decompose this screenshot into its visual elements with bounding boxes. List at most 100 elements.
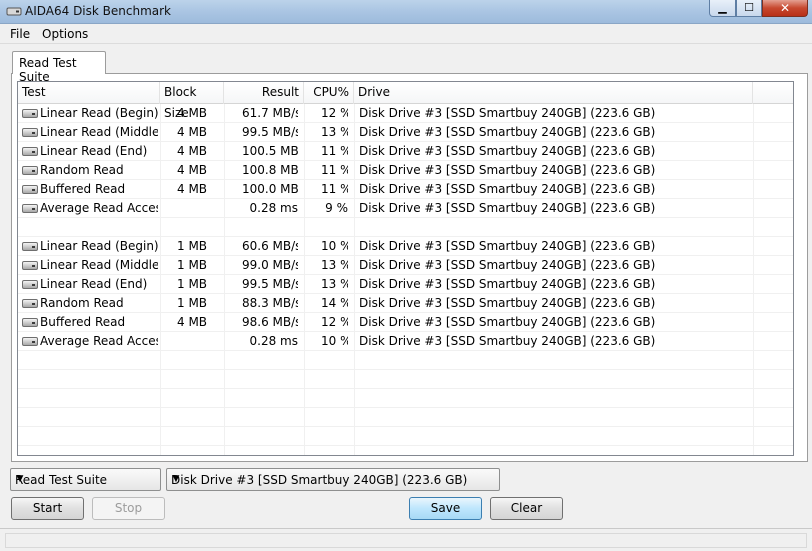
table-row[interactable]: Linear Read (Middle) 1 MB 99.0 MB/s 13 % Dis… (18, 256, 793, 275)
cell-test: Linear Read (Begin) (40, 106, 158, 120)
cell-block-size: 4 MB (177, 125, 208, 139)
table-row[interactable] (18, 427, 793, 446)
disk-drive-icon (22, 299, 38, 308)
cell-cpu (321, 218, 348, 237)
column-header-block-size[interactable]: Block Size (160, 82, 224, 120)
column-header-drive[interactable]: Drive (354, 82, 753, 104)
disk-drive-icon (22, 185, 38, 194)
cell-drive: Disk Drive #3 [SSD Smartbuy 240GB] (223.… (359, 258, 656, 272)
menu-options[interactable]: Options (42, 27, 88, 41)
cell-result: 0.28 ms (249, 201, 298, 215)
drive-select[interactable]: Disk Drive #3 [SSD Smartbuy 240GB] (223.… (166, 468, 500, 491)
disk-drive-icon (22, 318, 38, 327)
close-button[interactable]: ✕ (762, 0, 808, 17)
cell-cpu: 13 % (321, 125, 348, 139)
cell-block-size: 1 MB (177, 277, 208, 291)
tab-read-test-suite[interactable]: Read Test Suite (12, 51, 106, 84)
table-row[interactable]: Linear Read (Begin) 4 MB 61.7 MB/s 12 % Disk… (18, 104, 793, 123)
cell-test: Random Read (40, 296, 124, 310)
table-row[interactable]: Random Read 4 MB 100.8 MB/s 11 % Disk Drive … (18, 161, 793, 180)
window-title: AIDA64 Disk Benchmark (25, 4, 172, 18)
status-bar (0, 528, 812, 551)
disk-benchmark-app-icon (6, 7, 22, 16)
cell-result: 99.5 MB/s (242, 277, 298, 291)
table-row[interactable]: Linear Read (End) 4 MB 100.5 MB/s 11 % Disk … (18, 142, 793, 161)
results-table[interactable]: Test Block Size Result CPU% Drive Linear… (17, 81, 794, 456)
drive-select-value: Disk Drive #3 [SSD Smartbuy 240GB] (223.… (171, 473, 468, 487)
cell-result: 99.0 MB/s (242, 258, 298, 272)
cell-test: Linear Read (End) (40, 277, 148, 291)
stop-button[interactable]: Stop (92, 497, 165, 520)
minimize-button[interactable]: ▁ (709, 0, 736, 17)
table-row[interactable] (18, 218, 793, 237)
cell-result: 100.5 MB/s (242, 144, 298, 158)
start-button[interactable]: Start (11, 497, 84, 520)
table-row[interactable] (18, 370, 793, 389)
cell-result: 61.7 MB/s (242, 106, 298, 120)
cell-cpu: 11 % (321, 144, 348, 158)
cell-test: Linear Read (End) (40, 144, 148, 158)
cell-result: 60.6 MB/s (242, 239, 298, 253)
table-row[interactable]: Random Read 1 MB 88.3 MB/s 14 % Disk Drive #… (18, 294, 793, 313)
disk-drive-icon (22, 337, 38, 346)
disk-drive-icon (22, 147, 38, 156)
cell-result (242, 218, 298, 237)
close-icon: ✕ (779, 1, 791, 15)
cell-cpu: 9 % (325, 201, 348, 215)
cell-block-size: 4 MB (177, 144, 208, 158)
cell-result: 0.28 ms (249, 334, 298, 348)
dropdown-arrow-icon: ▼ (16, 474, 24, 484)
table-row[interactable] (18, 408, 793, 427)
tab-label: Read Test Suite (19, 56, 77, 84)
cell-cpu: 13 % (321, 258, 348, 272)
cell-result: 100.0 MB/s (242, 182, 298, 196)
column-header-test[interactable]: Test (18, 82, 160, 104)
table-row[interactable] (18, 389, 793, 408)
cell-cpu: 11 % (321, 163, 348, 177)
table-row[interactable] (18, 351, 793, 370)
table-row[interactable]: Linear Read (Middle) 4 MB 99.5 MB/s 13 % Dis… (18, 123, 793, 142)
cell-block-size: 4 MB (177, 315, 208, 329)
table-row[interactable]: Average Read Access 0.28 ms 9 % Disk Drive … (18, 199, 793, 218)
cell-test: Buffered Read (40, 315, 126, 329)
cell-test: Buffered Read (40, 182, 126, 196)
table-header: Test Block Size Result CPU% Drive (18, 82, 793, 120)
save-button[interactable]: Save (409, 497, 482, 520)
title-bar: AIDA64 Disk Benchmark ▁ ☐ ✕ (0, 0, 812, 24)
table-row[interactable]: Linear Read (End) 1 MB 99.5 MB/s 13 % Disk D… (18, 275, 793, 294)
cell-test: Random Read (40, 163, 124, 177)
column-header-result[interactable]: Result (224, 82, 304, 104)
cell-cpu: 12 % (321, 315, 348, 329)
cell-cpu: 11 % (321, 182, 348, 196)
cell-block-size: 1 MB (177, 296, 208, 310)
cell-drive: Disk Drive #3 [SSD Smartbuy 240GB] (223.… (359, 144, 656, 158)
cell-test: Linear Read (Begin) (40, 239, 158, 253)
table-row[interactable]: Average Read Access 0.28 ms 10 % Disk Drive… (18, 332, 793, 351)
disk-drive-icon (22, 109, 38, 118)
suite-select[interactable]: Read Test Suite ▼ (10, 468, 161, 491)
cell-drive: Disk Drive #3 [SSD Smartbuy 240GB] (223.… (359, 125, 656, 139)
maximize-button[interactable]: ☐ (736, 0, 762, 17)
disk-drive-icon (22, 204, 38, 213)
table-row[interactable]: Buffered Read 4 MB 100.0 MB/s 11 % Disk Driv… (18, 180, 793, 199)
cell-block-size: 4 MB (177, 163, 208, 177)
disk-drive-icon (22, 128, 38, 137)
suite-select-value: Read Test Suite (15, 473, 108, 487)
column-header-empty (753, 82, 793, 104)
column-header-cpu[interactable]: CPU% (304, 82, 354, 104)
cell-block-size (177, 199, 241, 218)
table-row[interactable]: Linear Read (Begin) 1 MB 60.6 MB/s 10 % Disk… (18, 237, 793, 256)
table-row[interactable]: Buffered Read 4 MB 98.6 MB/s 12 % Disk Drive… (18, 313, 793, 332)
disk-drive-icon (22, 280, 38, 289)
cell-drive: Disk Drive #3 [SSD Smartbuy 240GB] (223.… (359, 106, 656, 120)
cell-drive: Disk Drive #3 [SSD Smartbuy 240GB] (223.… (359, 182, 656, 196)
cell-result: 98.6 MB/s (242, 315, 298, 329)
menu-file[interactable]: File (10, 27, 30, 41)
cell-block-size: 1 MB (177, 258, 208, 272)
clear-button[interactable]: Clear (490, 497, 563, 520)
cell-block-size (177, 218, 241, 237)
cell-test (40, 218, 158, 237)
cell-drive: Disk Drive #3 [SSD Smartbuy 240GB] (223.… (359, 239, 656, 253)
cell-test: Linear Read (Middle) (40, 125, 158, 139)
cell-block-size: 4 MB (177, 106, 208, 120)
